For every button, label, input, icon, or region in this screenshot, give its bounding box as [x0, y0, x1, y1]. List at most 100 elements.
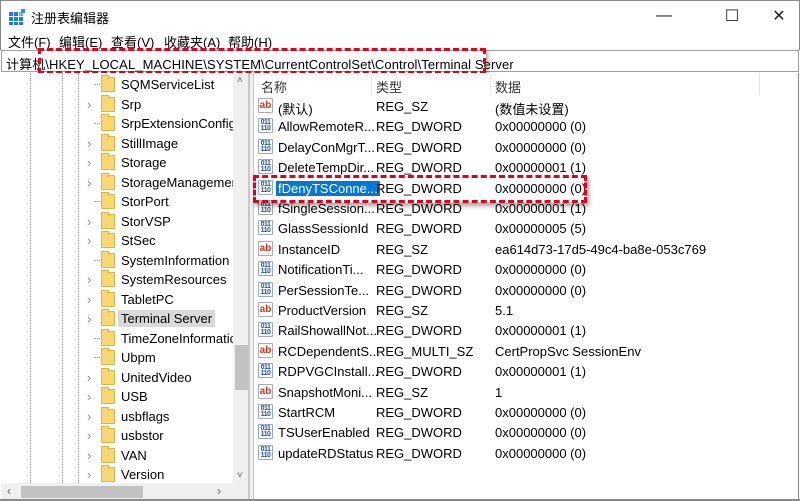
tree-item-label[interactable]: StillImage — [118, 135, 181, 152]
value-name[interactable]: DeleteTempDir... — [276, 160, 376, 175]
tree-item-label[interactable]: TimeZoneInformatic — [118, 330, 239, 347]
tree-item[interactable]: › TabletPC — [1, 289, 233, 310]
value-row[interactable]: 011 110 updateRDStatus REG_DWORD 0x00000000… — [254, 443, 798, 463]
tree-item-label[interactable]: Ubpm — [118, 349, 159, 366]
close-button[interactable]: ✕ — [756, 1, 800, 31]
column-header-name[interactable]: 名称 — [261, 77, 287, 96]
tree-item-label[interactable]: UnitedVideo — [118, 369, 195, 386]
address-path[interactable]: 计算机\HKEY_LOCAL_MACHINE\SYSTEM\CurrentCon… — [6, 54, 514, 73]
tree-item[interactable]: › StillImage — [1, 133, 233, 154]
value-row[interactable]: 011 110 DelayConMgrT... REG_DWORD 0x0000000… — [254, 137, 798, 157]
value-row[interactable]: ab (默认) REG_SZ (数值未设置) — [254, 96, 798, 118]
tree-item[interactable]: › UnitedVideo — [1, 367, 233, 388]
value-name[interactable]: fSingleSession... — [276, 201, 377, 216]
value-name[interactable]: SnapshotMoni... — [276, 385, 374, 400]
expand-chevron-icon[interactable]: › — [87, 389, 91, 404]
tree-hscroll-thumb[interactable] — [21, 486, 143, 498]
tree-item[interactable]: SystemInformation — [1, 250, 233, 271]
value-row[interactable]: 011 110 AllowRemoteR... REG_DWORD 0x0000000… — [254, 116, 798, 136]
scroll-left-icon[interactable]: ‹ — [7, 484, 11, 498]
value-row[interactable]: 011 110 PerSessionTe... REG_DWORD 0x0000000… — [254, 280, 798, 300]
tree-vertical-scrollbar[interactable]: ˄ ˅ — [233, 73, 248, 483]
scroll-down-icon[interactable]: ˅ — [237, 470, 243, 481]
tree-item[interactable]: TimeZoneInformatic — [1, 328, 236, 349]
expand-chevron-icon[interactable]: › — [87, 370, 91, 385]
tree-item-label[interactable]: SQMServiceList — [118, 76, 217, 93]
tree-item[interactable]: SQMServiceList — [1, 75, 233, 95]
column-divider[interactable] — [371, 73, 372, 95]
value-row[interactable]: ab RCDependentS... REG_MULTI_SZ CertPropSvc… — [254, 341, 798, 361]
tree-item-label[interactable]: usbflags — [118, 408, 172, 425]
tree-item-label[interactable]: StorVSP — [118, 213, 174, 230]
menu-view[interactable]: 查看(V) — [111, 32, 154, 51]
expand-chevron-icon[interactable]: › — [87, 155, 91, 170]
expand-chevron-icon[interactable]: › — [87, 97, 91, 112]
tree-item[interactable]: › StSec — [1, 231, 233, 251]
value-name[interactable]: (默认) — [276, 99, 315, 118]
tree-item-label[interactable]: usbstor — [118, 427, 167, 444]
tree-item[interactable]: › Storage — [1, 153, 233, 173]
value-name[interactable]: InstanceID — [276, 242, 342, 257]
tree-item[interactable]: › SystemResources — [1, 270, 233, 290]
tree-item[interactable]: › usbstor — [1, 426, 233, 446]
tree-item-label[interactable]: USB — [118, 388, 151, 405]
column-header-data[interactable]: 数据 — [495, 77, 521, 96]
tree-item[interactable]: › VAN — [1, 445, 233, 466]
value-row[interactable]: 011 110 DeleteTempDir... REG_DWORD 0x000000… — [254, 157, 798, 177]
tree-item-label[interactable]: TabletPC — [118, 291, 177, 308]
expand-chevron-icon[interactable]: › — [87, 311, 91, 326]
value-row[interactable]: 011 110 RailShowallNot... REG_DWORD 0x00000… — [254, 320, 798, 340]
tree-item-label[interactable]: StorPort — [118, 193, 172, 210]
value-row[interactable]: ab ProductVersion REG_SZ 5.1 — [254, 300, 798, 320]
expand-chevron-icon[interactable]: › — [87, 175, 91, 190]
value-name[interactable]: RDPVGCInstall... — [276, 364, 380, 379]
value-name[interactable]: ProductVersion — [276, 303, 368, 318]
tree-item[interactable]: StorPort — [1, 192, 233, 212]
address-bar[interactable]: 计算机\HKEY_LOCAL_MACHINE\SYSTEM\CurrentCon… — [1, 50, 799, 72]
column-divider[interactable] — [759, 73, 760, 95]
value-name[interactable]: RCDependentS... — [276, 344, 382, 359]
expand-chevron-icon[interactable]: › — [87, 214, 91, 229]
scroll-right-icon[interactable]: › — [217, 484, 221, 498]
expand-chevron-icon[interactable]: › — [87, 467, 91, 482]
column-header-type[interactable]: 类型 — [376, 77, 402, 96]
tree-item-label[interactable]: StorageManagemer — [118, 174, 239, 191]
menu-file[interactable]: 文件(F) — [8, 32, 51, 51]
tree-item[interactable]: › StorVSP — [1, 211, 233, 232]
expand-chevron-icon[interactable]: › — [87, 272, 91, 287]
value-row[interactable]: 011 110 fDenyTSConne... REG_DWORD 0x0000000… — [254, 178, 798, 198]
column-divider[interactable] — [490, 73, 491, 95]
tree-item[interactable]: › Terminal Server — [1, 309, 233, 329]
tree-item[interactable]: › StorageManagemer — [1, 172, 236, 193]
value-row[interactable]: 011 110 GlassSessionId REG_DWORD 0x00000005… — [254, 218, 798, 238]
value-name[interactable]: NotificationTi... — [276, 262, 366, 277]
expand-chevron-icon[interactable]: › — [87, 233, 91, 248]
tree-item[interactable]: SrpExtensionConfig — [1, 114, 236, 134]
menu-help[interactable]: 帮助(H) — [228, 32, 272, 51]
value-row[interactable]: ab SnapshotMoni... REG_SZ 1 — [254, 382, 798, 402]
value-name[interactable]: PerSessionTe... — [276, 283, 371, 298]
value-row[interactable]: 011 110 RDPVGCInstall... REG_DWORD 0x000000… — [254, 361, 798, 381]
value-name[interactable]: updateRDStatus — [276, 446, 375, 461]
value-name[interactable]: AllowRemoteR... — [276, 119, 377, 134]
expand-chevron-icon[interactable]: › — [87, 136, 91, 151]
value-row[interactable]: 011 110 fSingleSession... REG_DWORD 0x00000… — [254, 198, 798, 218]
value-name[interactable]: GlassSessionId — [276, 221, 370, 236]
menu-favorites[interactable]: 收藏夹(A) — [164, 32, 220, 51]
expand-chevron-icon[interactable]: › — [87, 409, 91, 424]
tree-item-label[interactable]: Version — [118, 466, 167, 483]
tree-item[interactable]: › Srp — [1, 94, 233, 115]
value-name[interactable]: RailShowallNot... — [276, 323, 379, 338]
value-row[interactable]: 011 110 StartRCM REG_DWORD 0x00000000 (0) — [254, 402, 798, 422]
tree-item[interactable]: › USB — [1, 387, 233, 407]
value-name[interactable]: fDenyTSConne... — [276, 180, 380, 196]
expand-chevron-icon[interactable]: › — [87, 448, 91, 463]
tree-item[interactable]: › usbflags — [1, 406, 233, 427]
tree-item-label[interactable]: StSec — [118, 232, 159, 249]
value-name[interactable]: DelayConMgrT... — [276, 140, 377, 155]
minimize-button[interactable]: — — [641, 1, 687, 31]
menu-edit[interactable]: 编辑(E) — [59, 32, 102, 51]
tree-item-label[interactable]: SystemResources — [118, 271, 229, 288]
value-row[interactable]: 011 110 TSUserEnabled REG_DWORD 0x00000000 … — [254, 422, 798, 442]
tree-vscroll-thumb[interactable] — [235, 345, 248, 390]
